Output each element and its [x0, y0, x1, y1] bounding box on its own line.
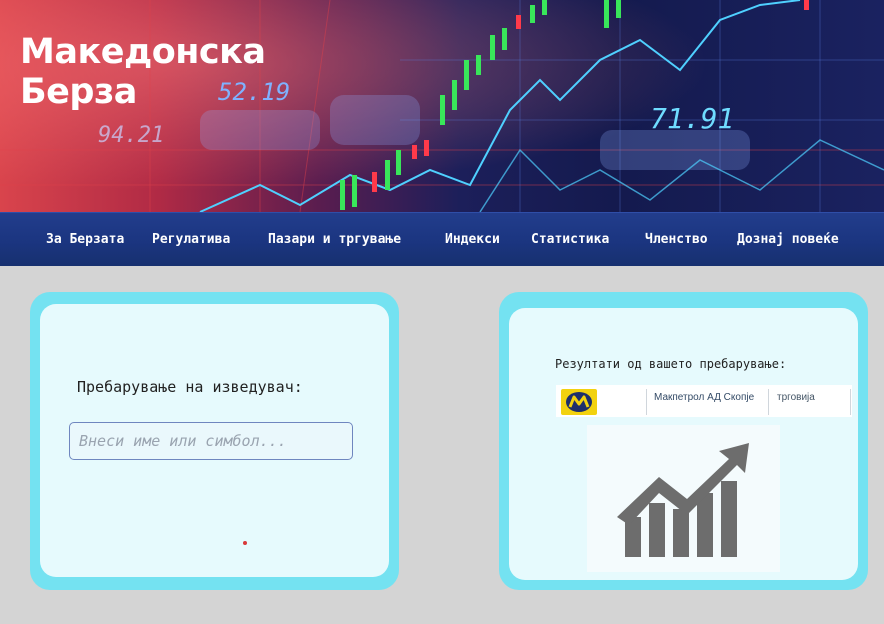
nav-item-learn-more[interactable]: Дознај повеќе	[737, 232, 839, 247]
hero-banner: 52.19 94.21 71.91 Македонска Берза	[0, 0, 884, 212]
results-label: Резултати од вашето пребарување:	[555, 357, 787, 371]
nav-item-statistics[interactable]: Статистика	[531, 232, 609, 247]
search-label: Пребарување на изведувач:	[77, 378, 303, 396]
nav-item-markets[interactable]: Пазари и тргување	[268, 232, 401, 247]
nav-item-regulation[interactable]: Регулатива	[152, 232, 230, 247]
site-title-line1: Македонска	[20, 32, 266, 72]
makpetrol-logo	[561, 389, 597, 415]
site-title: Македонска Берза	[20, 32, 266, 112]
column-divider	[850, 389, 851, 415]
column-divider	[768, 389, 769, 415]
column-divider	[646, 389, 647, 415]
site-title-line2: Берза	[20, 72, 137, 112]
company-name[interactable]: Макпетрол АД Скопје	[654, 392, 754, 403]
hero-number: 94.21	[98, 123, 164, 148]
nav-item-about[interactable]: За Берзата	[46, 232, 124, 247]
main-nav: За Берзата Регулатива Пазари и тргување …	[0, 212, 884, 266]
indicator-dot	[243, 541, 247, 545]
growth-chart-icon	[587, 425, 780, 572]
result-row[interactable]: Макпетрол АД Скопје трговија	[556, 385, 852, 417]
nav-item-indices[interactable]: Индекси	[445, 232, 500, 247]
search-input[interactable]	[69, 422, 353, 460]
company-sector: трговија	[777, 392, 815, 403]
nav-item-membership[interactable]: Членство	[645, 232, 708, 247]
hero-number: 71.91	[650, 102, 734, 135]
